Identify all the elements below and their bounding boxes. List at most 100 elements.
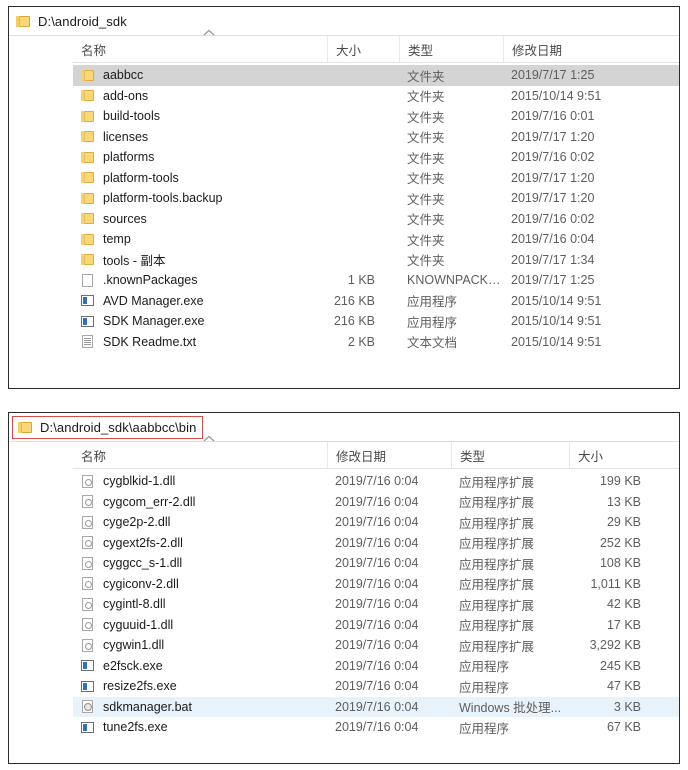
file-date-cell: 2019/7/17 1:20 (511, 129, 595, 144)
file-date-cell: 2019/7/16 0:04 (335, 535, 419, 550)
file-type-cell: 应用程序 (407, 295, 458, 310)
table-row[interactable]: SDK Readme.txt 2 KB 文本文档 2015/10/14 9:51 (73, 332, 679, 353)
table-row[interactable]: tools - 副本 文件夹 2019/7/17 1:34 (73, 250, 679, 271)
file-type-cell: 文件夹 (407, 172, 445, 187)
file-size-cell: 17 KB (606, 617, 641, 632)
column-header-1[interactable]: 名称 (73, 29, 327, 62)
dll-icon (81, 638, 95, 653)
folder-icon (81, 211, 95, 226)
file-name-cell: cygblkid-1.dll (73, 474, 327, 489)
file-size-cell: 1 KB (347, 273, 375, 288)
table-row[interactable]: resize2fs.exe 2019/7/16 0:04 应用程序 47 KB (73, 676, 679, 697)
table-row[interactable]: cyguuid-1.dll 2019/7/16 0:04 应用程序扩展 17 KB (73, 615, 679, 636)
table-row[interactable]: .knownPackages 1 KB KNOWNPACKA... 2019/7/17… (73, 270, 679, 291)
table-row[interactable]: AVD Manager.exe 216 KB 应用程序 2015/10/14 9:51 (73, 291, 679, 312)
file-type-cell: 文件夹 (407, 90, 445, 105)
doc-icon (81, 334, 95, 349)
exe-icon (81, 658, 95, 673)
table-row[interactable]: platform-tools.backup 文件夹 2019/7/17 1:20 (73, 188, 679, 209)
folder-icon (81, 252, 95, 267)
file-name-cell: cygiconv-2.dll (73, 576, 327, 591)
file-type-cell: 应用程序 (459, 680, 510, 695)
table-row[interactable]: tune2fs.exe 2019/7/16 0:04 应用程序 67 KB (73, 717, 679, 738)
file-name-cell: resize2fs.exe (73, 679, 327, 694)
file-name-cell: temp (73, 232, 327, 247)
address-bar[interactable]: D:\android_sdk\aabbcc\bin (9, 413, 679, 442)
table-row[interactable]: SDK Manager.exe 216 KB 应用程序 2015/10/14 9:51 (73, 311, 679, 332)
address-path-box[interactable]: D:\android_sdk (11, 10, 133, 33)
table-row[interactable]: sdkmanager.bat 2019/7/16 0:04 Windows 批处理.… (73, 696, 679, 717)
file-list: cygblkid-1.dll 2019/7/16 0:04 应用程序扩展 199 KB… (9, 469, 679, 738)
address-bar[interactable]: D:\android_sdk (9, 7, 679, 36)
column-header-2[interactable]: 修改日期 (327, 442, 451, 468)
column-header-label: 修改日期 (512, 43, 563, 58)
column-header-4[interactable]: 修改日期 (503, 36, 643, 62)
file-type-cell: KNOWNPACKA... (407, 273, 503, 288)
file-size-cell: 13 KB (606, 494, 641, 509)
column-header-3[interactable]: 类型 (451, 442, 569, 468)
dll-icon (81, 617, 95, 632)
file-date-cell: 2015/10/14 9:51 (511, 334, 602, 349)
table-row[interactable]: cygiconv-2.dll 2019/7/16 0:04 应用程序扩展 1,011 … (73, 574, 679, 595)
address-path-text: D:\android_sdk\aabbcc\bin (40, 419, 197, 435)
file-date-cell: 2019/7/16 0:02 (511, 211, 595, 226)
file-name-cell: licenses (73, 129, 327, 144)
exe-icon (81, 314, 95, 329)
folder-icon (81, 191, 95, 206)
address-path-text: D:\android_sdk (38, 13, 127, 29)
table-row[interactable]: add-ons 文件夹 2015/10/14 9:51 (73, 86, 679, 107)
file-size-cell: 47 KB (606, 679, 641, 694)
file-size-cell: 108 KB (599, 556, 641, 571)
column-header-1[interactable]: 名称 (73, 435, 327, 468)
column-header-4[interactable]: 大小 (569, 442, 665, 468)
column-header-label: 名称 (81, 43, 107, 58)
dll-icon (81, 494, 95, 509)
table-row[interactable]: cygblkid-1.dll 2019/7/16 0:04 应用程序扩展 199 KB (73, 471, 679, 492)
file-name-label: aabbcc (103, 68, 144, 83)
file-size-cell: 216 KB (333, 293, 375, 308)
table-row[interactable]: sources 文件夹 2019/7/16 0:02 (73, 209, 679, 230)
file-name-label: cyggcc_s-1.dll (103, 556, 183, 571)
table-row[interactable]: cygintl-8.dll 2019/7/16 0:04 应用程序扩展 42 KB (73, 594, 679, 615)
explorer-window-top: D:\android_sdk 名称 大小 类型 修改日期 aabbcc 文件夹 2019/7/… (8, 6, 680, 389)
file-type-cell: 文件夹 (407, 151, 445, 166)
file-icon (81, 273, 95, 288)
folder-icon (81, 170, 95, 185)
file-name-cell: build-tools (73, 109, 327, 124)
table-row[interactable]: cygcom_err-2.dll 2019/7/16 0:04 应用程序扩展 13 K… (73, 492, 679, 513)
table-row[interactable]: licenses 文件夹 2019/7/17 1:20 (73, 127, 679, 148)
column-header-3[interactable]: 类型 (399, 36, 503, 62)
file-date-cell: 2015/10/14 9:51 (511, 314, 602, 329)
file-size-cell: 199 KB (599, 474, 641, 489)
file-size-cell: 67 KB (606, 720, 641, 735)
dll-icon (81, 535, 95, 550)
file-type-cell: 文件夹 (407, 213, 445, 228)
table-row[interactable]: cygwin1.dll 2019/7/16 0:04 应用程序扩展 3,292 KB (73, 635, 679, 656)
file-name-cell: platform-tools (73, 170, 327, 185)
table-row[interactable]: aabbcc 文件夹 2019/7/17 1:25 (73, 65, 679, 86)
table-row[interactable]: platform-tools 文件夹 2019/7/17 1:20 (73, 168, 679, 189)
table-row[interactable]: cyge2p-2.dll 2019/7/16 0:04 应用程序扩展 29 KB (73, 512, 679, 533)
table-row[interactable]: cygext2fs-2.dll 2019/7/16 0:04 应用程序扩展 252 K… (73, 533, 679, 554)
table-row[interactable]: platforms 文件夹 2019/7/16 0:02 (73, 147, 679, 168)
address-path-box[interactable]: D:\android_sdk\aabbcc\bin (12, 415, 204, 439)
file-date-cell: 2019/7/16 0:04 (335, 617, 419, 632)
file-date-cell: 2019/7/16 0:04 (335, 638, 419, 653)
sort-ascending-icon (203, 435, 215, 442)
column-header-row: 名称 大小 类型 修改日期 (73, 29, 679, 63)
file-size-cell: 245 KB (599, 658, 641, 673)
file-date-cell: 2019/7/17 1:20 (511, 170, 595, 185)
file-name-cell: SDK Manager.exe (73, 314, 327, 329)
file-name-cell: platform-tools.backup (73, 191, 327, 206)
file-type-cell: 应用程序扩展 (459, 578, 535, 593)
file-type-cell: 文本文档 (407, 336, 458, 351)
table-row[interactable]: temp 文件夹 2019/7/16 0:04 (73, 229, 679, 250)
file-type-cell: 应用程序扩展 (459, 639, 535, 654)
table-row[interactable]: build-tools 文件夹 2019/7/16 0:01 (73, 106, 679, 127)
file-date-cell: 2019/7/17 1:25 (511, 68, 595, 83)
table-row[interactable]: cyggcc_s-1.dll 2019/7/16 0:04 应用程序扩展 108 KB (73, 553, 679, 574)
table-row[interactable]: e2fsck.exe 2019/7/16 0:04 应用程序 245 KB (73, 656, 679, 677)
column-header-2[interactable]: 大小 (327, 36, 399, 62)
file-date-cell: 2015/10/14 9:51 (511, 293, 602, 308)
dll-icon (81, 576, 95, 591)
